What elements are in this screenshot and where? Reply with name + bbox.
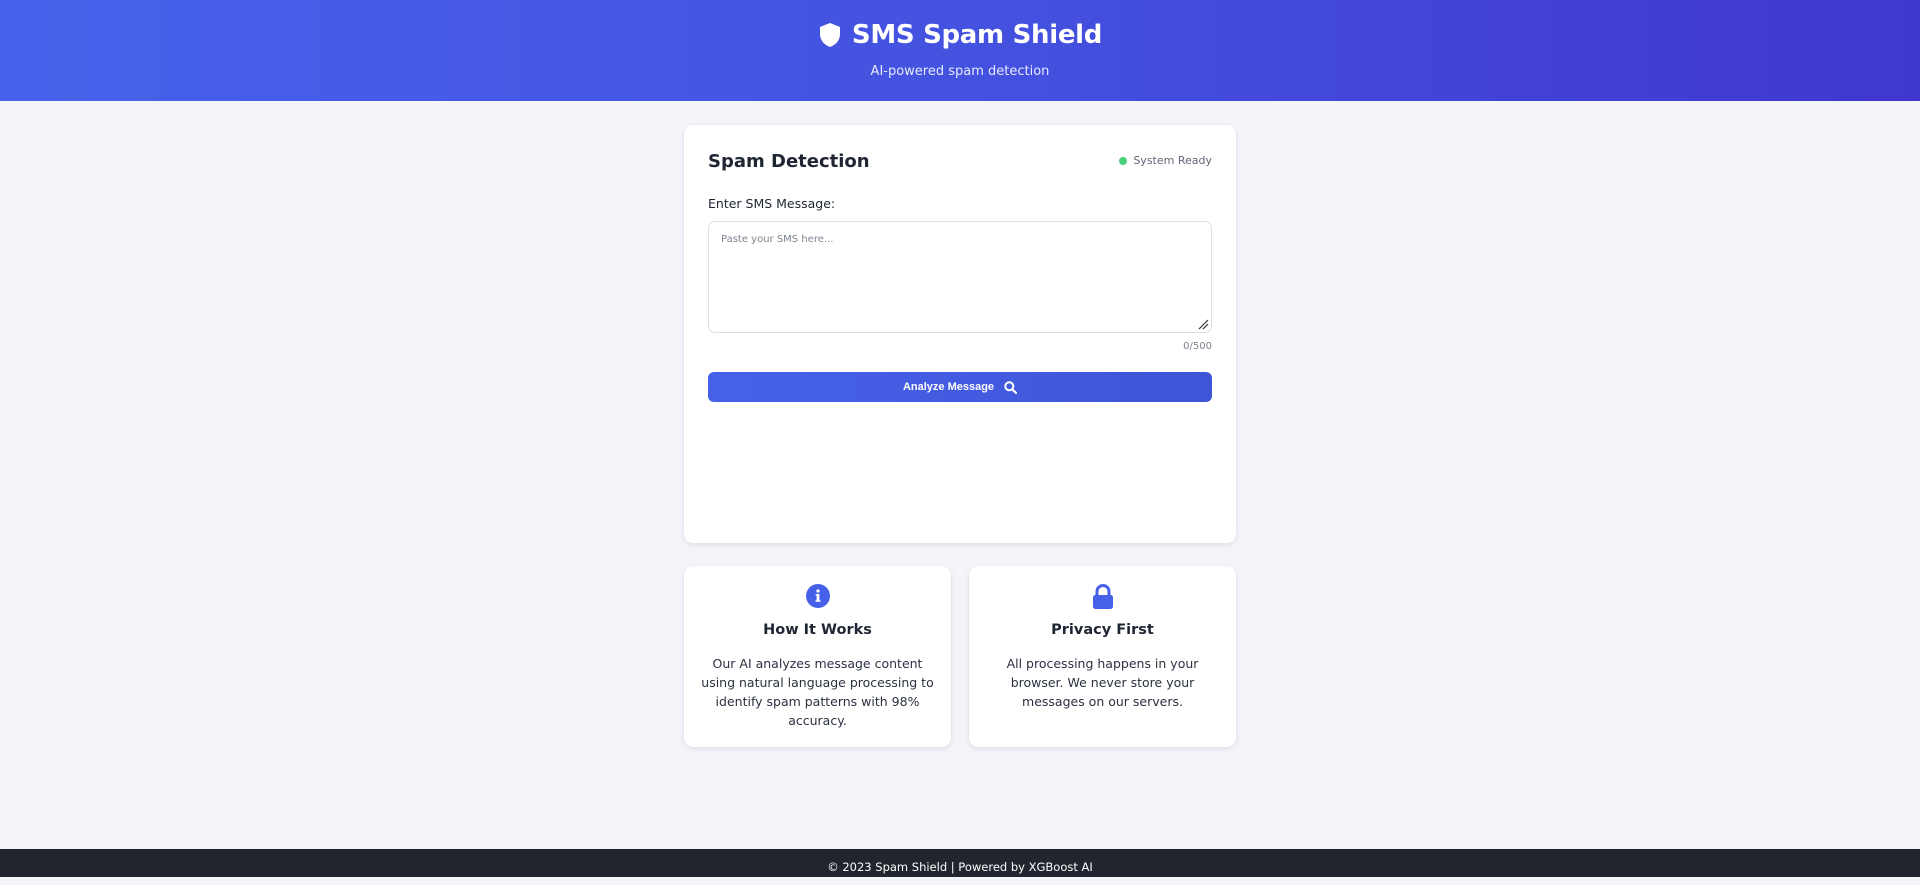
info-card-title: How It Works xyxy=(763,622,872,638)
brand: SMS Spam Shield xyxy=(0,20,1920,50)
app-header: SMS Spam Shield AI-powered spam detectio… xyxy=(0,0,1920,101)
app-tagline: AI-powered spam detection xyxy=(870,64,1050,79)
analyze-message-button[interactable]: Analyze Message xyxy=(708,372,1212,402)
sms-message-label: Enter SMS Message: xyxy=(708,196,836,211)
footer-text: © 2023 Spam Shield | Powered by XGBoost … xyxy=(827,860,1093,874)
info-card-title: Privacy First xyxy=(1051,622,1154,638)
status-dot-icon xyxy=(1119,156,1128,165)
shield-icon xyxy=(819,23,840,47)
privacy-first-card: Privacy First All processing happens in … xyxy=(969,566,1236,747)
app-footer: © 2023 Spam Shield | Powered by XGBoost … xyxy=(0,849,1920,877)
analyze-button-label: Analyze Message xyxy=(902,381,995,393)
info-icon xyxy=(805,584,830,608)
resize-handle-icon[interactable] xyxy=(1198,319,1209,330)
app-title: SMS Spam Shield xyxy=(851,20,1103,50)
spam-detection-card: Spam Detection System Ready Enter SMS Me… xyxy=(684,125,1236,543)
info-card-text: Our AI analyzes message content using na… xyxy=(701,656,934,728)
sms-message-input[interactable] xyxy=(708,221,1212,333)
status-indicator: System Ready xyxy=(1119,154,1212,167)
how-it-works-card: How It Works Our AI analyzes message con… xyxy=(684,566,951,747)
character-count: 0/500 xyxy=(1183,341,1212,352)
status-text: System Ready xyxy=(1133,154,1212,167)
search-icon xyxy=(1004,380,1018,394)
lock-icon xyxy=(1092,584,1113,609)
info-card-text: All processing happens in your browser. … xyxy=(1006,656,1199,709)
card-title: Spam Detection xyxy=(708,151,870,172)
